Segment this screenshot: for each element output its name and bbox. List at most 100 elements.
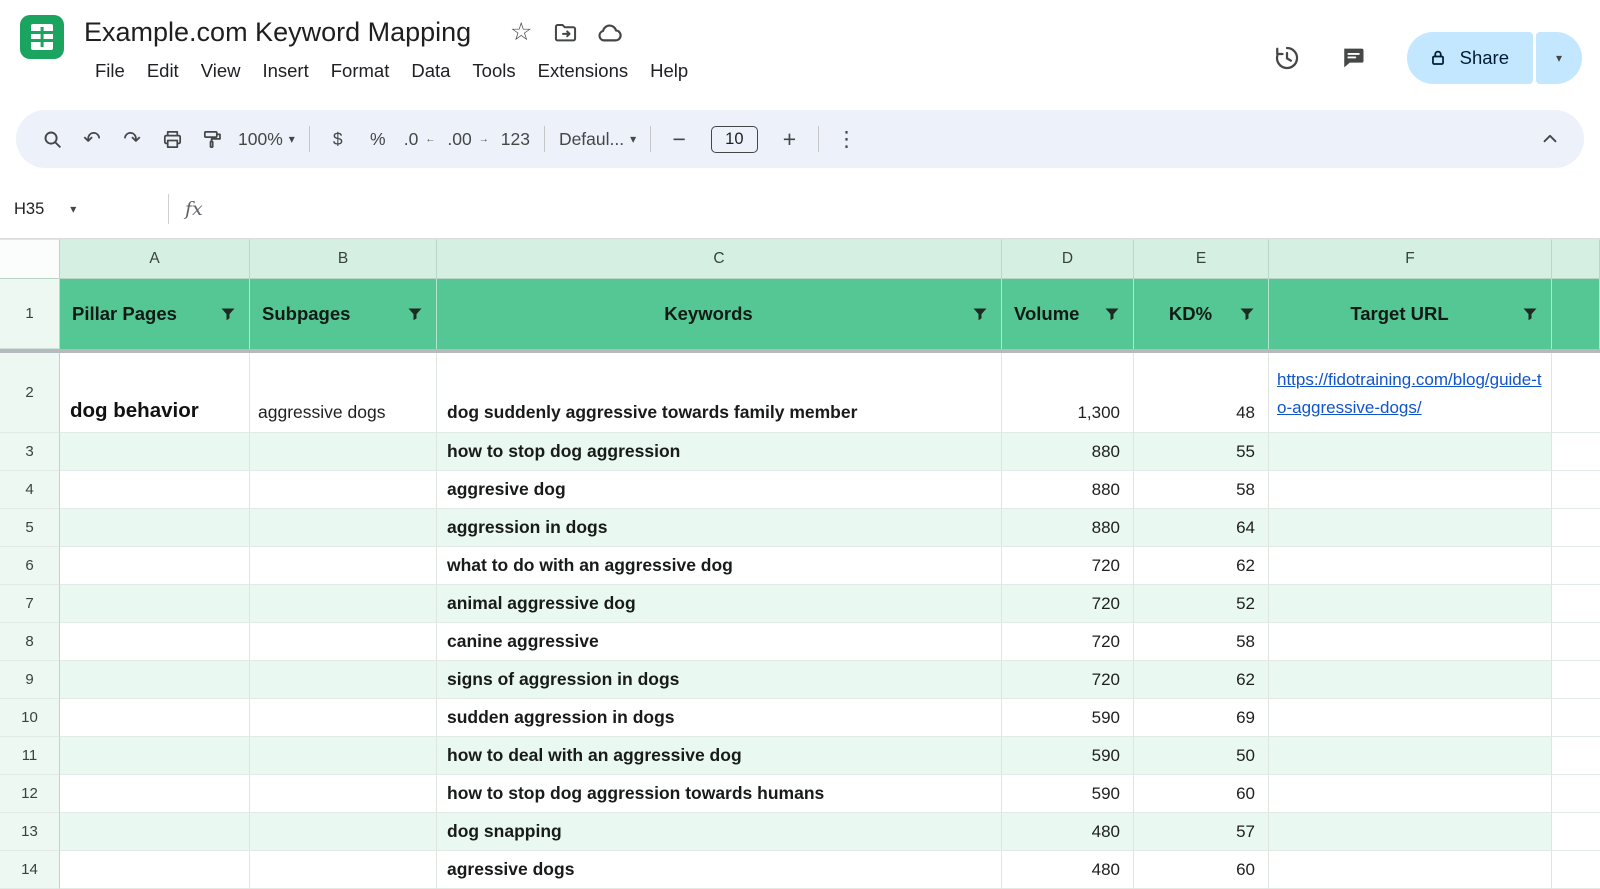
cell-volume[interactable]: 880 — [1002, 509, 1134, 547]
menu-edit[interactable]: Edit — [136, 56, 190, 86]
header-pillar-pages[interactable]: Pillar Pages — [60, 279, 250, 349]
cell-pillar-empty[interactable] — [60, 471, 250, 509]
cell-kd[interactable]: 62 — [1134, 547, 1269, 585]
menu-extensions[interactable]: Extensions — [527, 56, 640, 86]
cell-subpage-empty[interactable] — [250, 699, 437, 737]
cell-pillar-empty[interactable] — [60, 433, 250, 471]
cell-subpage-empty[interactable] — [250, 851, 437, 889]
filter-icon[interactable] — [220, 307, 236, 321]
cell-url-empty[interactable] — [1269, 471, 1552, 509]
cell-subpage-empty[interactable] — [250, 661, 437, 699]
select-all-corner[interactable] — [0, 239, 60, 279]
column-letter-g-partial[interactable] — [1552, 239, 1600, 279]
cell-url-empty[interactable] — [1269, 775, 1552, 813]
cell-volume[interactable]: 880 — [1002, 433, 1134, 471]
cell-keyword[interactable]: canine aggressive — [437, 623, 1002, 661]
cell-outside-range[interactable] — [1552, 623, 1600, 661]
cell-outside-range[interactable] — [1552, 471, 1600, 509]
cell-pillar[interactable]: dog behavior — [60, 353, 250, 433]
cell-volume[interactable]: 590 — [1002, 699, 1134, 737]
cell-outside-range[interactable] — [1552, 585, 1600, 623]
row-number[interactable]: 12 — [0, 775, 60, 813]
cell-url-empty[interactable] — [1269, 585, 1552, 623]
menu-insert[interactable]: Insert — [251, 56, 319, 86]
header-keywords[interactable]: Keywords — [437, 279, 1002, 349]
cell-kd[interactable]: 55 — [1134, 433, 1269, 471]
cell-keyword[interactable]: how to deal with an aggressive dog — [437, 737, 1002, 775]
cell-volume[interactable]: 720 — [1002, 661, 1134, 699]
cell-volume[interactable]: 720 — [1002, 547, 1134, 585]
row-number[interactable]: 3 — [0, 433, 60, 471]
menu-tools[interactable]: Tools — [461, 56, 526, 86]
cell-outside-range[interactable] — [1552, 433, 1600, 471]
cell-volume[interactable]: 480 — [1002, 851, 1134, 889]
cell-keyword[interactable]: animal aggressive dog — [437, 585, 1002, 623]
row-number[interactable]: 4 — [0, 471, 60, 509]
column-letter-c[interactable]: C — [437, 239, 1002, 279]
row-number[interactable]: 13 — [0, 813, 60, 851]
cell-kd[interactable]: 57 — [1134, 813, 1269, 851]
cell-pillar-empty[interactable] — [60, 851, 250, 889]
cell-subpage-empty[interactable] — [250, 547, 437, 585]
cell-keyword[interactable]: how to stop dog aggression — [437, 433, 1002, 471]
column-letter-f[interactable]: F — [1269, 239, 1552, 279]
cell-outside-range[interactable] — [1552, 737, 1600, 775]
column-letter-a[interactable]: A — [60, 239, 250, 279]
filter-icon[interactable] — [1104, 307, 1120, 321]
cell-subpage[interactable]: aggressive dogs — [250, 353, 437, 433]
search-icon[interactable] — [32, 119, 72, 159]
cell-url-empty[interactable] — [1269, 851, 1552, 889]
cell-kd[interactable]: 58 — [1134, 623, 1269, 661]
cell-kd[interactable]: 62 — [1134, 661, 1269, 699]
cell-url-empty[interactable] — [1269, 509, 1552, 547]
cell-outside-range[interactable] — [1552, 547, 1600, 585]
cell-kd[interactable]: 50 — [1134, 737, 1269, 775]
cell-pillar-empty[interactable] — [60, 585, 250, 623]
cell-subpage-empty[interactable] — [250, 813, 437, 851]
cell-outside-range[interactable] — [1552, 509, 1600, 547]
cell-volume[interactable]: 1,300 — [1002, 353, 1134, 433]
cell-keyword[interactable]: sudden aggression in dogs — [437, 699, 1002, 737]
cell-volume[interactable]: 590 — [1002, 775, 1134, 813]
document-title[interactable]: Example.com Keyword Mapping — [84, 17, 471, 48]
menu-view[interactable]: View — [190, 56, 252, 86]
cell-keyword[interactable]: aggression in dogs — [437, 509, 1002, 547]
column-letter-e[interactable]: E — [1134, 239, 1269, 279]
cell-subpage-empty[interactable] — [250, 775, 437, 813]
cell-keyword[interactable]: aggresive dog — [437, 471, 1002, 509]
row-number[interactable]: 14 — [0, 851, 60, 889]
cell-pillar-empty[interactable] — [60, 775, 250, 813]
cell-subpage-empty[interactable] — [250, 509, 437, 547]
header-subpages[interactable]: Subpages — [250, 279, 437, 349]
move-folder-icon[interactable] — [545, 14, 585, 50]
cell-url-empty[interactable] — [1269, 737, 1552, 775]
percent-format-button[interactable]: % — [358, 119, 398, 159]
collapse-toolbar-icon[interactable] — [1530, 119, 1570, 159]
cell-outside-range[interactable] — [1552, 699, 1600, 737]
cell-keyword[interactable]: how to stop dog aggression towards human… — [437, 775, 1002, 813]
font-select[interactable]: Defaul... ▾ — [553, 119, 642, 159]
cell-kd[interactable]: 58 — [1134, 471, 1269, 509]
cell-kd[interactable]: 48 — [1134, 353, 1269, 433]
paint-format-icon[interactable] — [192, 119, 232, 159]
more-options-icon[interactable]: ⋮ — [827, 119, 867, 159]
header-kd[interactable]: KD% — [1134, 279, 1269, 349]
version-history-icon[interactable] — [1261, 32, 1313, 84]
cell-pillar-empty[interactable] — [60, 547, 250, 585]
column-letter-b[interactable]: B — [250, 239, 437, 279]
more-formats-button[interactable]: 123 — [495, 119, 536, 159]
cell-url-empty[interactable] — [1269, 547, 1552, 585]
cell-keyword[interactable]: signs of aggression in dogs — [437, 661, 1002, 699]
cell-subpage-empty[interactable] — [250, 471, 437, 509]
cell-outside-range[interactable] — [1552, 353, 1600, 433]
filter-icon[interactable] — [407, 307, 423, 321]
menu-file[interactable]: File — [84, 56, 136, 86]
cell-url-empty[interactable] — [1269, 699, 1552, 737]
share-button[interactable]: Share — [1407, 32, 1533, 84]
undo-icon[interactable]: ↶ — [72, 119, 112, 159]
filter-icon[interactable] — [1239, 307, 1255, 321]
row-number[interactable]: 10 — [0, 699, 60, 737]
target-url-link[interactable]: https://fidotraining.com/blog/guide-to-a… — [1277, 366, 1549, 423]
name-box[interactable]: H35 ▾ — [14, 200, 162, 219]
cell-pillar-empty[interactable] — [60, 661, 250, 699]
